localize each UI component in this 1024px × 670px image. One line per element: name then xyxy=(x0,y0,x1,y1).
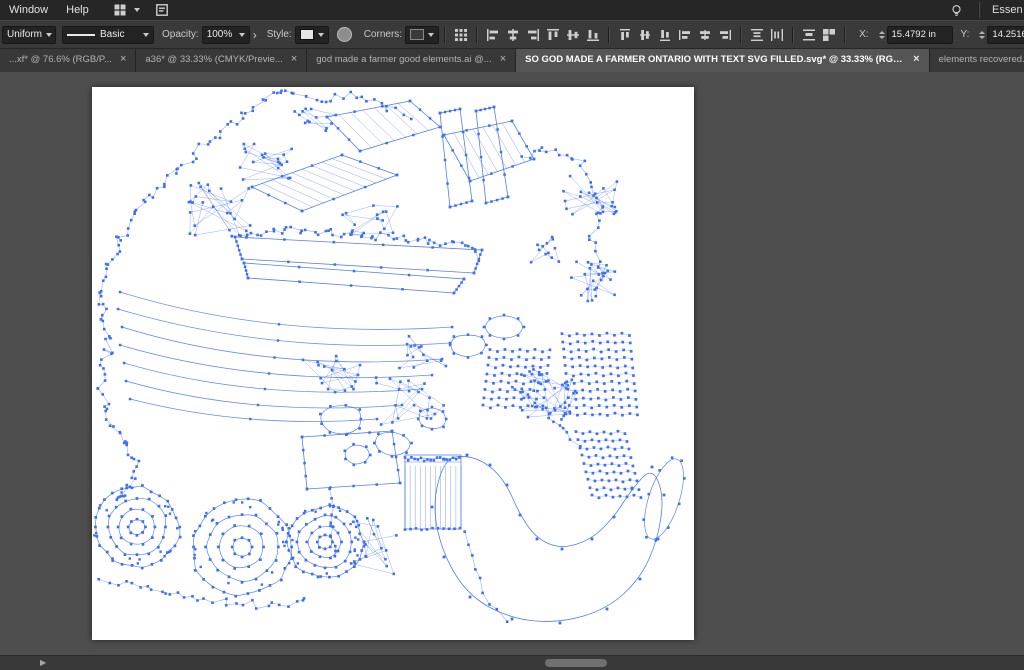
chevron-down-icon xyxy=(318,33,324,37)
variable-width-profile-select[interactable]: Uniform xyxy=(2,26,56,44)
menu-window[interactable]: Window xyxy=(0,4,57,16)
x-field-value: 15.4792 in xyxy=(892,29,936,40)
align-top-icon[interactable] xyxy=(544,26,562,44)
menubar-right: Essen xyxy=(946,0,1024,20)
align-bottom-icon[interactable] xyxy=(584,26,602,44)
opacity-value: 100% xyxy=(207,29,233,40)
distribute-spacing-vertical-icon[interactable] xyxy=(748,26,766,44)
y-field-label: Y: xyxy=(961,29,970,40)
chevron-down-icon xyxy=(428,33,434,37)
chevron-down-icon xyxy=(239,33,245,37)
corners-select[interactable] xyxy=(405,26,439,44)
artboard[interactable] xyxy=(92,87,694,640)
distribute-center-horizontal-icon[interactable] xyxy=(696,26,714,44)
distribute-left-icon[interactable] xyxy=(676,26,694,44)
tab-label: elements recovered.ai @ 9.37% (CMYK/... xyxy=(939,54,1024,65)
tab-label: SO GOD MADE A FARMER ONTARIO WITH TEXT S… xyxy=(525,54,905,65)
separator xyxy=(476,27,478,43)
grid-icon xyxy=(111,1,129,19)
document-icon xyxy=(153,1,171,19)
style-swatch xyxy=(300,29,314,40)
discover-lightbulb-icon[interactable] xyxy=(947,1,965,19)
arrange-documents-button[interactable] xyxy=(110,1,140,19)
align-center-vertical-icon[interactable] xyxy=(564,26,582,44)
brush-name: Basic xyxy=(100,29,124,40)
illustrator-window: WindowHelp Essen Uniform xyxy=(0,0,1024,670)
align-right-icon[interactable] xyxy=(524,26,542,44)
x-field-input[interactable]: 15.4792 in xyxy=(887,26,953,44)
y-field-value: 14.2516 in xyxy=(992,29,1024,40)
distribute-bottom-icon[interactable] xyxy=(656,26,674,44)
menu-help[interactable]: Help xyxy=(57,4,98,16)
x-field-label: X: xyxy=(859,29,868,40)
document-tab[interactable]: ...xf* @ 76.6% (RGB/P... × xyxy=(0,47,136,72)
y-field-stepper[interactable] xyxy=(979,31,985,39)
reference-point-grid-icon[interactable] xyxy=(452,26,470,44)
separator xyxy=(792,27,794,43)
align-to-selection-icon[interactable] xyxy=(820,26,838,44)
menu-items: WindowHelp xyxy=(0,4,98,16)
tab-label: god made a farmer good elements.ai @... xyxy=(316,54,491,65)
style-label: Style: xyxy=(267,29,292,40)
horizontal-scrollbar-thumb[interactable] xyxy=(545,659,607,667)
brush-definition-select[interactable]: Basic xyxy=(62,26,154,44)
document-tab[interactable]: a36* @ 33.33% (CMYK/Previe... × xyxy=(136,47,307,72)
document-tab[interactable]: SO GOD MADE A FARMER ONTARIO WITH TEXT S… xyxy=(516,47,929,72)
x-field-stepper[interactable] xyxy=(879,31,885,39)
chevron-down-icon xyxy=(143,33,149,37)
tab-label: ...xf* @ 76.6% (RGB/P... xyxy=(9,54,112,65)
align-icon-strip xyxy=(451,26,839,44)
workspace-label[interactable]: Essen xyxy=(992,4,1024,16)
canvas-area[interactable] xyxy=(0,72,1024,656)
distribute-top-icon[interactable] xyxy=(616,26,634,44)
separator xyxy=(608,27,610,43)
separator xyxy=(444,27,446,43)
opacity-select[interactable]: 100% xyxy=(202,26,250,44)
close-tab-icon[interactable]: × xyxy=(291,54,297,65)
scroll-flyout-arrow-icon[interactable]: ▶ xyxy=(40,658,46,668)
style-select[interactable] xyxy=(295,26,329,44)
align-to-artboard-icon[interactable] xyxy=(800,26,818,44)
close-tab-icon[interactable]: × xyxy=(500,54,506,65)
opacity-flyout-arrow[interactable]: › xyxy=(253,28,257,42)
separator xyxy=(844,27,846,43)
distribute-spacing-horizontal-icon[interactable] xyxy=(768,26,786,44)
artwork-selection[interactable] xyxy=(92,87,694,640)
corners-swatch xyxy=(410,29,424,40)
close-tab-icon[interactable]: × xyxy=(120,54,126,65)
document-tab-bar: ...xf* @ 76.6% (RGB/P...×a36* @ 33.33% (… xyxy=(0,47,1024,72)
align-left-icon[interactable] xyxy=(484,26,502,44)
menu-bar: WindowHelp Essen xyxy=(0,0,1024,20)
separator xyxy=(740,27,742,43)
close-tab-icon[interactable]: × xyxy=(913,54,919,65)
corners-label: Corners: xyxy=(364,29,402,40)
chevron-down-icon xyxy=(134,8,140,12)
recolor-artwork-icon[interactable] xyxy=(337,27,352,42)
stroke-preview xyxy=(67,34,95,36)
document-tab[interactable]: elements recovered.ai @ 9.37% (CMYK/... xyxy=(930,47,1024,72)
distribute-right-icon[interactable] xyxy=(716,26,734,44)
align-center-horizontal-icon[interactable] xyxy=(504,26,522,44)
chevron-down-icon xyxy=(46,33,52,37)
horizontal-scrollbar[interactable]: ▶ xyxy=(0,655,1024,670)
tab-label: a36* @ 33.33% (CMYK/Previe... xyxy=(145,54,282,65)
width-profile-value: Uniform xyxy=(7,29,42,40)
distribute-center-vertical-icon[interactable] xyxy=(636,26,654,44)
document-layout-button[interactable] xyxy=(152,1,172,19)
y-field-input[interactable]: 14.2516 in xyxy=(987,26,1024,44)
transform-fields: X:15.4792 inY:14.2516 inW:30.9565 inH:2 xyxy=(851,26,1024,44)
control-bar: Uniform Basic Opacity: 100% › Style: Cor… xyxy=(0,20,1024,49)
document-tab[interactable]: god made a farmer good elements.ai @... × xyxy=(307,47,516,72)
opacity-label: Opacity: xyxy=(162,29,199,40)
separator xyxy=(978,2,980,18)
